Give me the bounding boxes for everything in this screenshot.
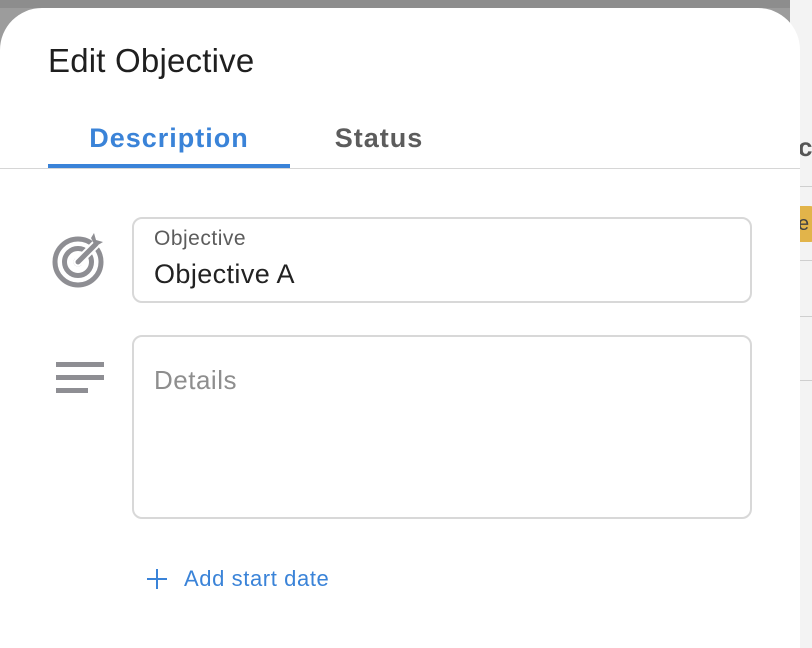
objective-field-value[interactable]: Objective A	[154, 259, 295, 290]
add-start-date-label: Add start date	[184, 566, 330, 591]
objective-field[interactable]: Objective Objective A	[132, 217, 752, 303]
tab-description[interactable]: Description	[48, 112, 290, 168]
add-start-date-button[interactable]: Add start date	[146, 562, 329, 596]
objective-field-label: Objective	[154, 227, 247, 250]
target-icon	[50, 230, 110, 290]
notes-lines-icon	[50, 354, 110, 414]
plus-icon	[147, 569, 167, 589]
edit-objective-dialog: Edit Objective Description Status Object…	[0, 8, 800, 648]
tab-bar: Description Status	[48, 112, 468, 168]
details-field[interactable]: Details	[132, 335, 752, 519]
tab-status[interactable]: Status	[290, 112, 468, 168]
background-topbar	[0, 0, 812, 8]
details-placeholder: Details	[154, 365, 237, 395]
background-column-header: c	[798, 132, 812, 162]
tab-divider	[0, 168, 800, 169]
dialog-title: Edit Objective	[48, 42, 255, 79]
